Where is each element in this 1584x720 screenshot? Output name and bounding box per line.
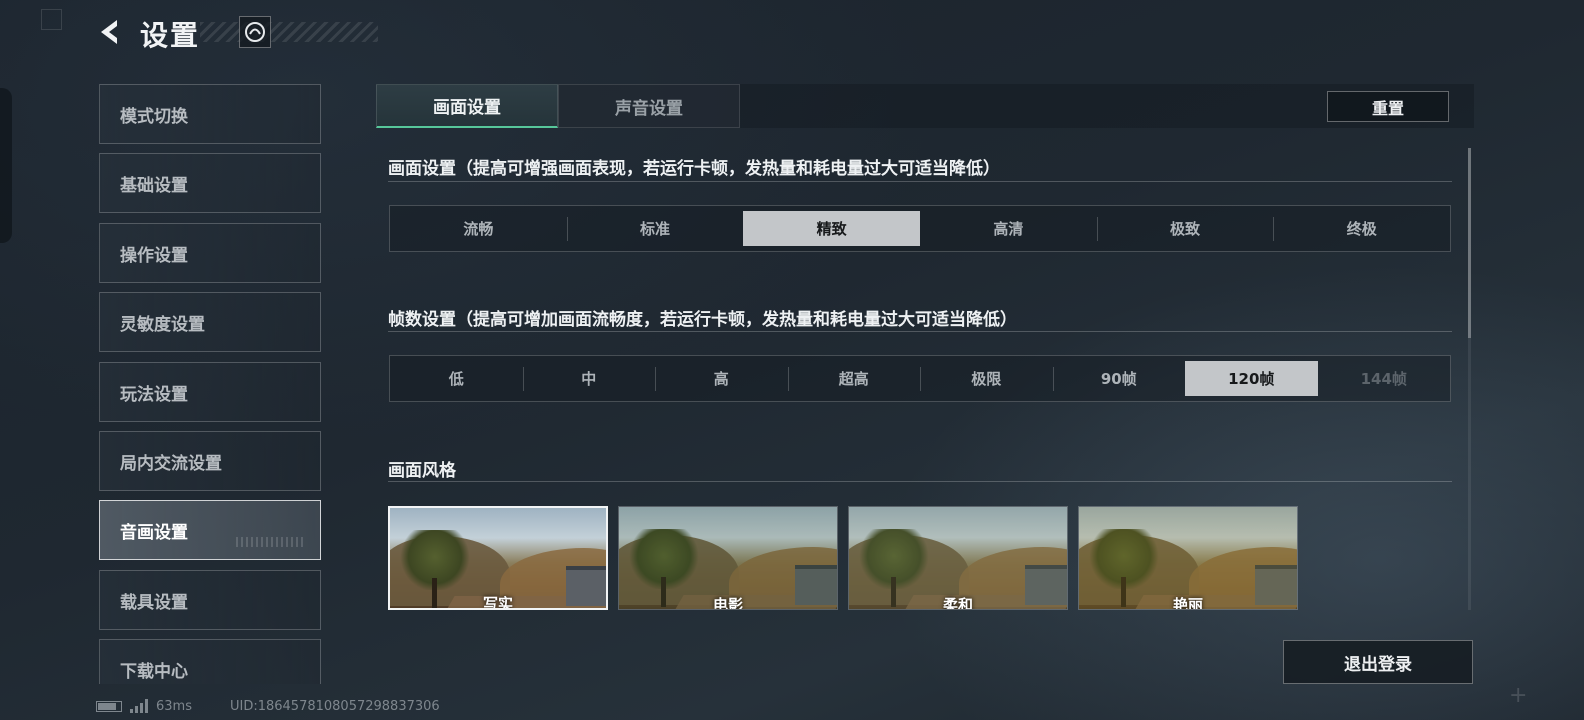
sidebar-item-decoration [236, 537, 306, 547]
back-arrow-icon [101, 20, 117, 44]
framerate-title: 帧数设置（提高可增加画面流畅度，若运行卡顿，发热量和耗电量过大可适当降低） [388, 310, 1017, 330]
quality-option-ultimate[interactable]: 终极 [1273, 206, 1450, 251]
style-option-realistic[interactable]: 写实 [388, 506, 608, 610]
sidebar-item-vehicle[interactable]: 载具设置 [99, 570, 321, 630]
style-option-label: 艳丽 [1172, 596, 1203, 610]
sidebar-item-label: 灵敏度设置 [120, 314, 205, 335]
quality-option-fine[interactable]: 精致 [743, 211, 921, 246]
plus-icon: + [1509, 683, 1528, 708]
fps-option-120[interactable]: 120帧 [1185, 361, 1318, 396]
fps-option-90[interactable]: 90帧 [1052, 356, 1186, 401]
sidebar-item-sensitivity[interactable]: 灵敏度设置 [99, 292, 321, 352]
graphics-quality-title: 画面设置（提高可增强画面表现，若运行卡顿，发热量和耗电量过大可适当降低） [388, 159, 1000, 179]
battery-icon [96, 700, 122, 712]
sidebar-item-communication[interactable]: 局内交流设置 [99, 431, 321, 491]
fps-option-ultra-high[interactable]: 超高 [787, 356, 921, 401]
sidebar-item-label: 下载中心 [120, 661, 188, 682]
style-option-label: 柔和 [942, 596, 973, 610]
quality-option-smooth[interactable]: 流畅 [390, 206, 567, 251]
avatar-icon [245, 22, 265, 42]
back-button[interactable] [92, 14, 128, 50]
tab-bar: 画面设置 声音设置 [376, 84, 1474, 128]
divider [388, 181, 1452, 182]
fps-option-low[interactable]: 低 [390, 356, 523, 401]
sidebar-item-download[interactable]: 下载中心 [99, 639, 321, 684]
sidebar-item-label: 局内交流设置 [120, 453, 222, 474]
style-option-cinematic[interactable]: 电影 [618, 506, 838, 610]
sidebar-item-label: 模式切换 [120, 106, 188, 127]
style-option-label: 电影 [712, 596, 743, 610]
tab-sound[interactable]: 声音设置 [558, 84, 740, 128]
style-option-label: 写实 [482, 595, 513, 610]
scrollbar-thumb[interactable] [1468, 148, 1471, 338]
corner-frame [41, 9, 62, 30]
title-stripes [200, 22, 378, 42]
avatar-button[interactable] [239, 16, 271, 48]
edge-handle [0, 88, 12, 243]
sidebar-item-label: 操作设置 [120, 245, 188, 266]
style-options: 写实 电影 柔和 艳丽 [388, 506, 1308, 610]
quality-option-standard[interactable]: 标准 [566, 206, 744, 251]
style-option-soft[interactable]: 柔和 [848, 506, 1068, 610]
fps-option-high[interactable]: 高 [655, 356, 788, 401]
sidebar-item-audio-video[interactable]: 音画设置 [99, 500, 321, 560]
ping-value: 63ms [156, 698, 192, 714]
style-title: 画面风格 [388, 461, 456, 481]
sidebar-item-gameplay[interactable]: 玩法设置 [99, 362, 321, 422]
fps-option-144: 144帧 [1360, 370, 1407, 388]
page-title: 设置 [140, 19, 201, 52]
settings-sidebar: 模式切换 基础设置 操作设置 灵敏度设置 玩法设置 局内交流设置 音画设置 载具… [99, 84, 321, 684]
graphics-quality-selector: 流畅 标准 精致 高清 极致 终极 [389, 205, 1451, 252]
sidebar-item-label: 载具设置 [120, 592, 188, 613]
sidebar-item-label: 玩法设置 [120, 384, 188, 405]
sidebar-item-controls[interactable]: 操作设置 [99, 223, 321, 283]
divider [388, 331, 1452, 332]
fps-option-limit[interactable]: 极限 [920, 356, 1053, 401]
tab-graphics[interactable]: 画面设置 [376, 84, 558, 128]
divider [388, 481, 1452, 482]
sidebar-item-label: 音画设置 [120, 522, 188, 543]
sidebar-item-mode-switch[interactable]: 模式切换 [99, 84, 321, 144]
reset-button[interactable]: 重置 [1327, 91, 1449, 122]
logout-button[interactable]: 退出登录 [1283, 640, 1473, 684]
signal-icon [130, 699, 148, 713]
quality-option-hd[interactable]: 高清 [920, 206, 1097, 251]
status-bar: 63ms UID:1864578108057298837306 [96, 697, 440, 715]
framerate-selector: 低 中 高 超高 极限 90帧 120帧 144帧 [389, 355, 1451, 402]
style-option-vivid[interactable]: 艳丽 [1078, 506, 1298, 610]
quality-option-extreme[interactable]: 极致 [1096, 206, 1274, 251]
fps-option-medium[interactable]: 中 [522, 356, 656, 401]
sidebar-item-basic[interactable]: 基础设置 [99, 153, 321, 213]
uid-text: UID:1864578108057298837306 [229, 698, 440, 714]
sidebar-item-label: 基础设置 [120, 175, 188, 196]
